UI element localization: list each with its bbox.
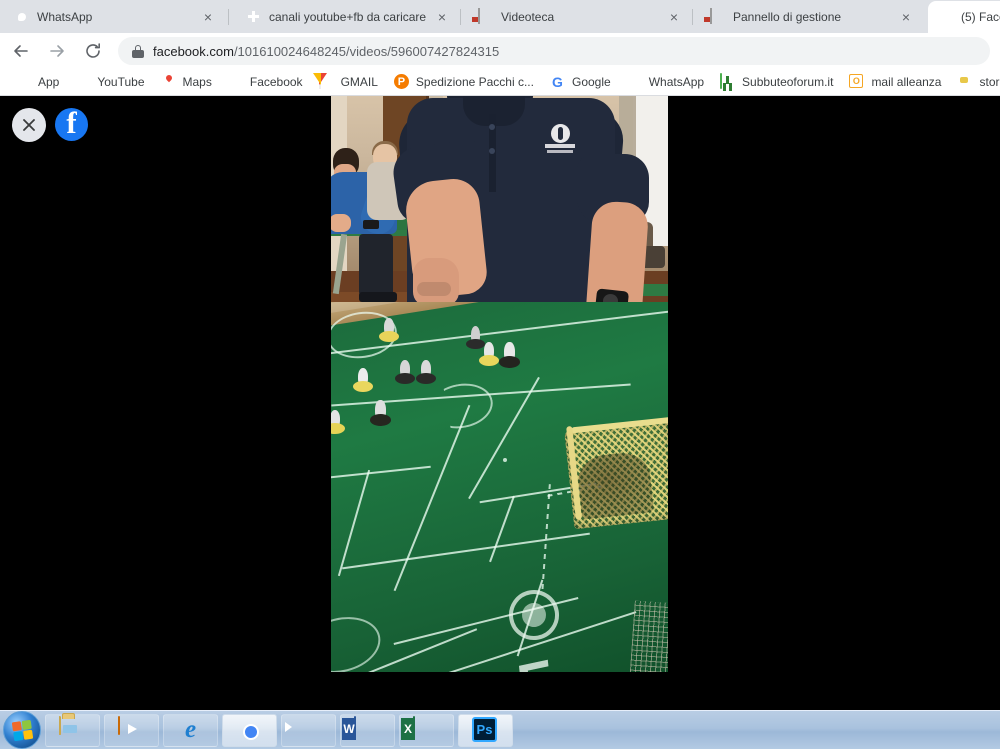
facebook-logo[interactable]	[55, 105, 88, 141]
subbuteo-figure	[370, 398, 391, 426]
url-domain: facebook.com	[153, 43, 234, 59]
bookmark-label: Spedizione Pacchi c...	[415, 75, 534, 89]
subbuteo-figure	[379, 316, 399, 342]
close-theater-icon[interactable]	[12, 108, 46, 142]
subbuteo-figure	[353, 366, 373, 392]
subbuteo-figure	[466, 324, 485, 349]
url-path: /101610024648245/videos/596007427824315	[233, 43, 500, 59]
facebook-icon	[228, 74, 244, 90]
whatsapp-icon	[14, 9, 30, 25]
folder-icon	[59, 715, 86, 744]
mail-alleanza-icon: O	[849, 74, 865, 90]
internet-explorer-icon: e	[184, 716, 197, 743]
taskbar-microsoft-excel[interactable]	[399, 713, 454, 747]
pitch-crest-icon	[505, 586, 563, 644]
bookmark-storia[interactable]: storia	[949, 70, 1000, 94]
browser-toolbar: facebook.com/101610024648245/videos/5960…	[0, 33, 1000, 69]
excel-icon	[413, 715, 440, 744]
bookmark-label: Google	[571, 75, 611, 89]
subbuteo-figure	[395, 358, 415, 384]
bookmark-app[interactable]: App	[8, 70, 67, 94]
subbuteo-figure	[499, 340, 520, 368]
photoshop-icon: Ps	[472, 716, 499, 744]
bookmark-label: Subbuteoforum.it	[742, 75, 834, 89]
tab-label: Videoteca	[501, 10, 555, 24]
taskbar-windows-explorer[interactable]	[45, 713, 100, 747]
chrome-icon	[236, 717, 263, 744]
subbuteo-icon	[720, 73, 736, 90]
tab-close-button[interactable]: ×	[666, 9, 682, 25]
windows-start-orb[interactable]	[3, 711, 41, 749]
youtube-icon	[75, 74, 91, 90]
subbuteo-figure	[416, 358, 436, 384]
gmail-icon	[318, 73, 335, 90]
tab-pannello-di-gestione[interactable]: Pannello di gestione ×	[700, 1, 920, 33]
taskbar-google-chrome[interactable]	[222, 713, 277, 747]
tab-close-button[interactable]: ×	[200, 9, 216, 25]
screen: WhatsApp × canali youtube+fb da caricare…	[0, 0, 1000, 749]
address-bar[interactable]: facebook.com/101610024648245/videos/5960…	[118, 37, 990, 65]
facebook-icon	[938, 9, 954, 25]
bookmark-mail-alleanza[interactable]: O mail alleanza	[841, 70, 949, 94]
bookmark-google[interactable]: G Google	[542, 70, 619, 94]
tab-label: WhatsApp	[37, 10, 93, 24]
bookmark-maps[interactable]: Maps	[153, 70, 220, 94]
tab-whatsapp[interactable]: WhatsApp ×	[4, 1, 222, 33]
forward-arrow-icon[interactable]	[42, 36, 72, 66]
browser-chrome: WhatsApp × canali youtube+fb da caricare…	[0, 0, 1000, 96]
tab-label: Pannello di gestione	[733, 10, 842, 24]
tab-canali-youtube[interactable]: canali youtube+fb da caricare.xls ×	[236, 1, 456, 33]
back-arrow-icon[interactable]	[6, 36, 36, 66]
bookmark-spedizione-pacchi[interactable]: P Spedizione Pacchi c...	[386, 70, 542, 94]
excel-icon	[246, 9, 262, 25]
lock-icon	[132, 44, 144, 58]
bookmark-label: mail alleanza	[871, 75, 942, 89]
windows-taskbar: e Ps	[0, 710, 1000, 749]
tab-close-button[interactable]: ×	[898, 9, 914, 25]
bookmark-label: Facebook	[249, 75, 303, 89]
bookmark-youtube[interactable]: YouTube	[67, 70, 152, 94]
bookmarks-bar: App YouTube Maps Facebook GMAIL P Spediz…	[0, 69, 1000, 96]
bookmark-label: storia	[979, 75, 1000, 89]
taskbar-microsoft-word[interactable]	[340, 713, 395, 747]
reload-icon[interactable]	[78, 36, 108, 66]
video-icon	[710, 8, 726, 25]
tab-label: canali youtube+fb da caricare.xls	[269, 10, 427, 24]
tab-strip: WhatsApp × canali youtube+fb da caricare…	[0, 0, 1000, 33]
bookmark-whatsapp[interactable]: WhatsApp	[619, 70, 712, 94]
subbuteo-pitch: F	[331, 302, 668, 698]
windows-flag-icon	[11, 719, 33, 741]
storia-icon	[957, 74, 973, 90]
taskbar-zoom[interactable]	[281, 713, 336, 747]
bookmark-subbuteoforum[interactable]: Subbuteoforum.it	[712, 70, 841, 94]
bookmark-label: GMAIL	[340, 75, 378, 89]
poste-icon: P	[393, 74, 410, 90]
tab-close-button[interactable]: ×	[434, 9, 450, 25]
taskbar-windows-media-player[interactable]	[104, 713, 159, 747]
zoom-camera-icon	[295, 717, 322, 744]
video-icon	[478, 8, 494, 25]
google-icon: G	[552, 73, 563, 90]
taskbar-photoshop[interactable]: Ps	[458, 713, 513, 747]
bookmark-label: WhatsApp	[648, 75, 705, 89]
bookmark-facebook[interactable]: Facebook	[220, 70, 311, 94]
bookmark-label: Maps	[182, 75, 212, 89]
video-controls-bar: 0:01 / 0:19	[0, 672, 1000, 710]
tab-videoteca[interactable]: Videoteca ×	[468, 1, 688, 33]
polo-crest-icon	[545, 124, 575, 153]
tab-label: (5) Face	[961, 10, 1000, 24]
video-player-surface[interactable]: F	[331, 96, 668, 698]
bookmark-label: App	[38, 75, 60, 89]
bookmark-label: YouTube	[97, 75, 145, 89]
word-icon	[354, 715, 381, 744]
bookmark-gmail[interactable]: GMAIL	[311, 70, 386, 94]
subbuteo-figure	[331, 408, 345, 434]
taskbar-internet-explorer[interactable]: e	[163, 713, 218, 747]
google-maps-icon	[161, 74, 177, 90]
apps-grid-icon	[16, 74, 32, 90]
tab-facebook[interactable]: (5) Face	[928, 1, 1000, 33]
whatsapp-icon	[627, 74, 643, 90]
media-player-icon	[118, 715, 145, 744]
